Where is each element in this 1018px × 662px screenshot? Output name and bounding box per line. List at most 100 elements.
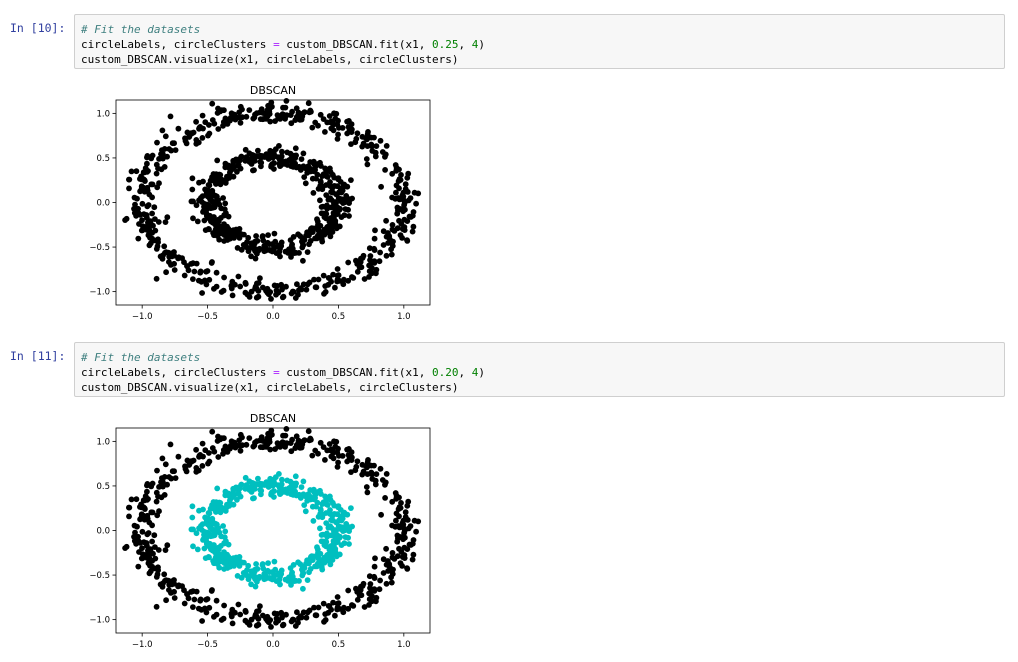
- data-point: [229, 234, 236, 241]
- data-point: [218, 543, 224, 549]
- data-point: [138, 185, 145, 192]
- data-point: [404, 174, 411, 181]
- data-point: [262, 154, 269, 160]
- data-point: [363, 484, 370, 490]
- data-point: [254, 608, 260, 615]
- data-point: [256, 245, 263, 252]
- data-point: [302, 180, 309, 187]
- data-point: [260, 612, 266, 619]
- data-point: [308, 108, 314, 115]
- y-tick-label: 0.5: [96, 482, 110, 492]
- data-point: [168, 262, 174, 268]
- data-point: [317, 179, 324, 185]
- data-point: [149, 563, 155, 570]
- data-point: [368, 141, 375, 148]
- data-point: [278, 281, 285, 288]
- data-point: [159, 455, 166, 462]
- data-point: [159, 147, 165, 153]
- data-point: [321, 618, 327, 625]
- data-point: [171, 595, 178, 601]
- data-point: [175, 453, 182, 460]
- data-point: [380, 228, 387, 235]
- data-point: [126, 176, 132, 183]
- data-point: [276, 249, 283, 255]
- data-point: [253, 622, 260, 629]
- data-point: [154, 467, 160, 474]
- data-point: [295, 231, 301, 238]
- data-point: [290, 164, 297, 170]
- data-point: [243, 113, 250, 120]
- data-point: [199, 463, 206, 469]
- data-point: [322, 457, 328, 463]
- data-point: [193, 260, 200, 267]
- data-point: [329, 447, 336, 454]
- data-point: [169, 140, 176, 147]
- data-point: [142, 165, 149, 171]
- data-point: [404, 238, 411, 244]
- data-point: [253, 233, 259, 239]
- data-point: [260, 237, 267, 244]
- data-point: [342, 206, 349, 212]
- dbscan-scatter-plot: DBSCAN −1.0 −0.5 0.0 0.5 1.0 1.0 0.5 0.0 −0.5 −1.0: [89, 412, 431, 650]
- data-point: [269, 489, 276, 495]
- data-point: [297, 495, 304, 501]
- data-point: [404, 189, 411, 195]
- data-point: [329, 499, 336, 506]
- data-point: [206, 203, 213, 210]
- data-point: [301, 174, 308, 180]
- data-point: [372, 477, 379, 484]
- data-point: [203, 213, 210, 219]
- data-point: [411, 189, 418, 196]
- data-point: [143, 212, 150, 218]
- data-point: [153, 170, 160, 177]
- code-operator: =: [273, 38, 280, 51]
- data-point: [401, 200, 408, 206]
- data-point: [389, 522, 395, 529]
- data-point: [283, 426, 290, 432]
- data-point: [154, 512, 161, 519]
- data-point: [242, 146, 249, 153]
- data-point: [203, 541, 210, 547]
- code-editor[interactable]: # Fit the datasets circleLabels, circleC…: [74, 14, 1005, 69]
- data-point: [284, 477, 291, 484]
- data-point: [306, 241, 312, 248]
- data-point: [162, 133, 169, 140]
- data-point: [228, 444, 235, 450]
- data-point: [250, 443, 257, 450]
- data-point: [246, 487, 253, 493]
- data-point: [220, 523, 227, 529]
- data-point: [245, 245, 252, 252]
- data-point: [254, 280, 260, 287]
- code-editor[interactable]: # Fit the datasets circleLabels, circleC…: [74, 342, 1005, 397]
- data-point: [307, 496, 314, 503]
- data-point: [163, 597, 169, 604]
- data-point: [220, 119, 227, 125]
- data-point: [301, 437, 308, 443]
- data-point: [253, 294, 260, 301]
- data-point: [327, 233, 334, 240]
- data-point: [264, 113, 271, 120]
- data-point: [191, 596, 198, 603]
- data-point: [153, 246, 160, 252]
- data-point: [377, 465, 384, 472]
- data-point: [234, 245, 241, 251]
- data-point: [364, 161, 371, 168]
- data-point: [228, 116, 235, 122]
- data-point: [289, 241, 295, 248]
- data-point: [329, 119, 336, 126]
- data-point: [300, 585, 306, 592]
- x-tick-label: −0.5: [197, 312, 218, 322]
- data-point: [199, 618, 205, 624]
- data-point: [358, 592, 365, 599]
- data-point: [223, 210, 229, 217]
- data-point: [221, 566, 228, 572]
- data-point: [340, 281, 347, 288]
- data-point: [393, 182, 400, 189]
- data-point: [253, 438, 260, 445]
- data-point: [213, 181, 219, 187]
- data-point: [288, 155, 294, 162]
- data-point: [139, 528, 146, 535]
- data-point: [223, 538, 229, 545]
- data-point: [363, 156, 370, 162]
- data-point: [206, 194, 213, 201]
